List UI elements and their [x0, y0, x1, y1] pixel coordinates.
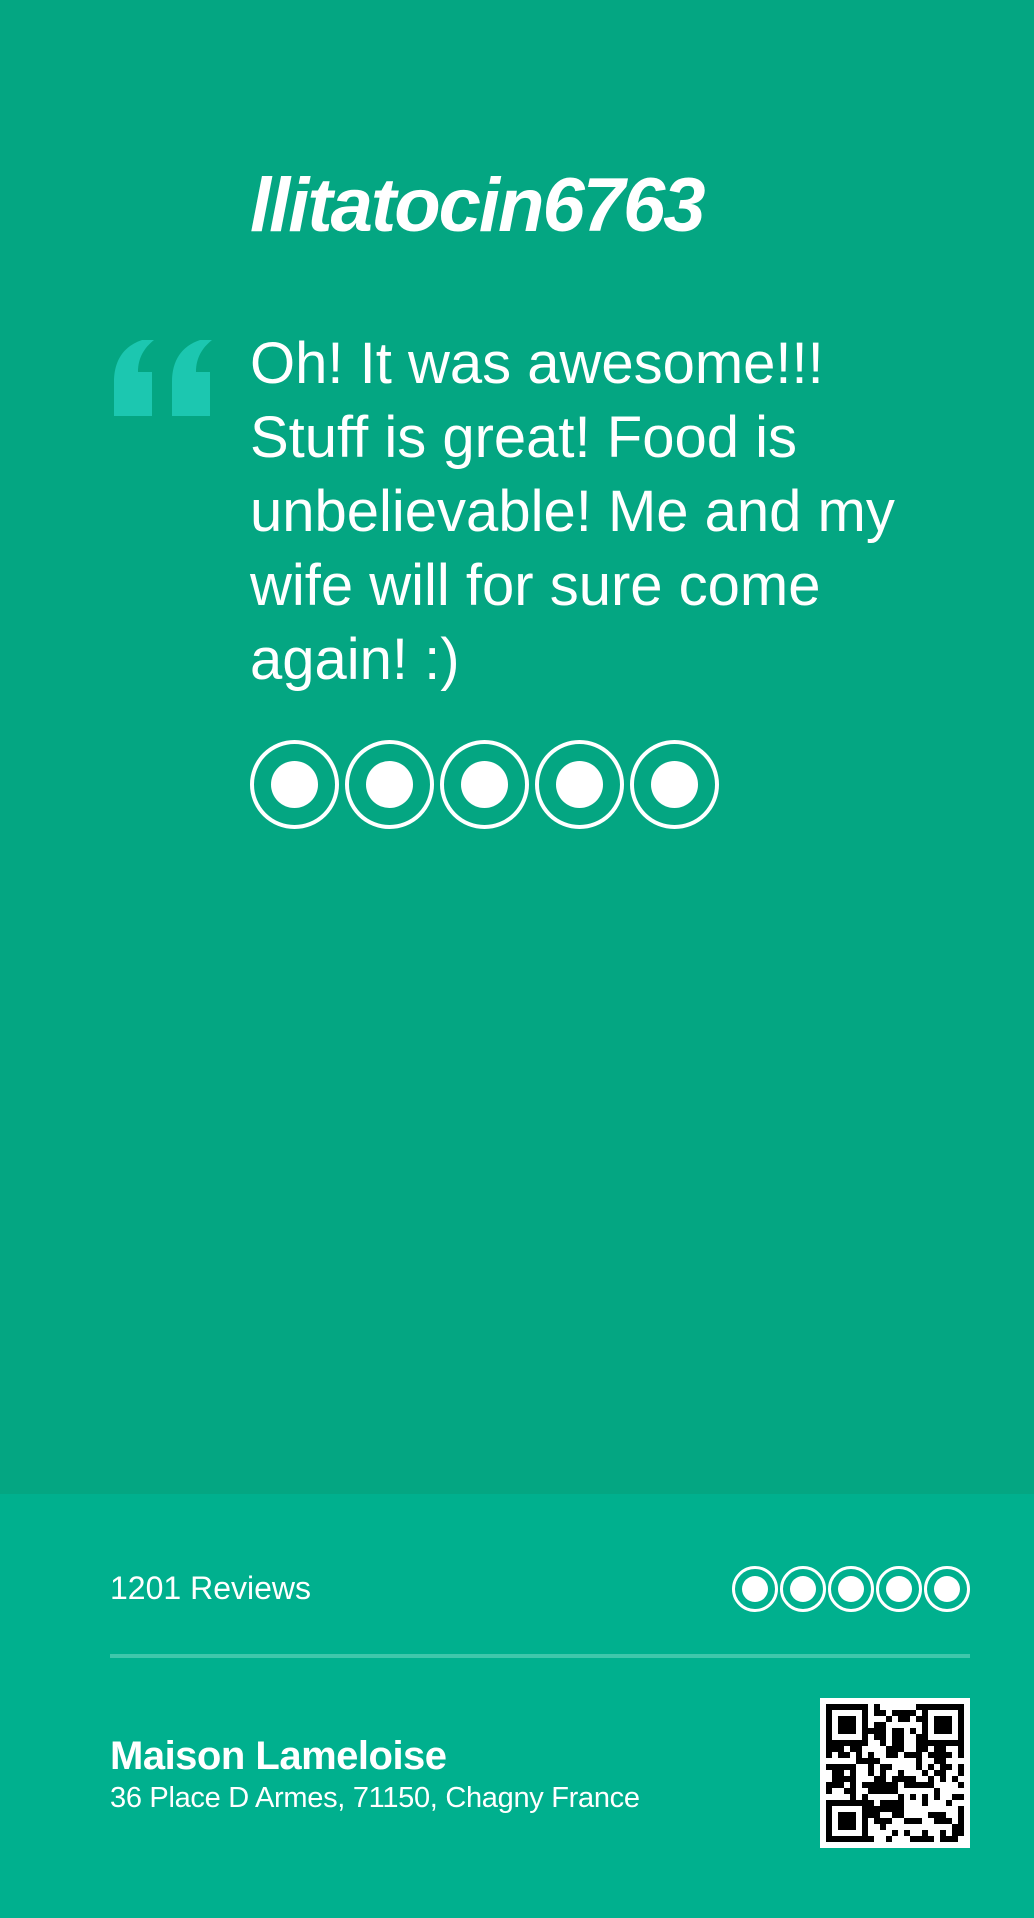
rating-bubble-icon [828, 1566, 874, 1612]
divider [110, 1654, 970, 1658]
review-panel: llitatocin6763 Oh! It was awesome!!! Stu… [0, 0, 1034, 1494]
business-address: 36 Place D Armes, 71150, Chagny France [110, 1782, 640, 1814]
business-name: Maison Lameloise [110, 1734, 447, 1778]
qr-code-icon[interactable] [820, 1698, 970, 1848]
quote-open-icon [114, 340, 212, 416]
rating-bubble-icon [780, 1566, 826, 1612]
review-text: Oh! It was awesome!!! Stuff is great! Fo… [250, 331, 895, 692]
business-footer: 1201 Reviews Maison Lameloise 36 Place D… [0, 1494, 1034, 1918]
rating-bubble-icon [732, 1566, 778, 1612]
rating-bubble-icon [630, 740, 719, 829]
rating-bubble-icon [924, 1566, 970, 1612]
rating-bubble-icon [345, 740, 434, 829]
rating-bubble-icon [876, 1566, 922, 1612]
business-rating [732, 1566, 970, 1612]
reviews-count: 1201 Reviews [110, 1570, 311, 1606]
rating-bubble-icon [250, 740, 339, 829]
rating-bubble-icon [535, 740, 624, 829]
rating-bubble-icon [440, 740, 529, 829]
reviewer-name: llitatocin6763 [250, 163, 706, 248]
review-rating [250, 740, 719, 829]
